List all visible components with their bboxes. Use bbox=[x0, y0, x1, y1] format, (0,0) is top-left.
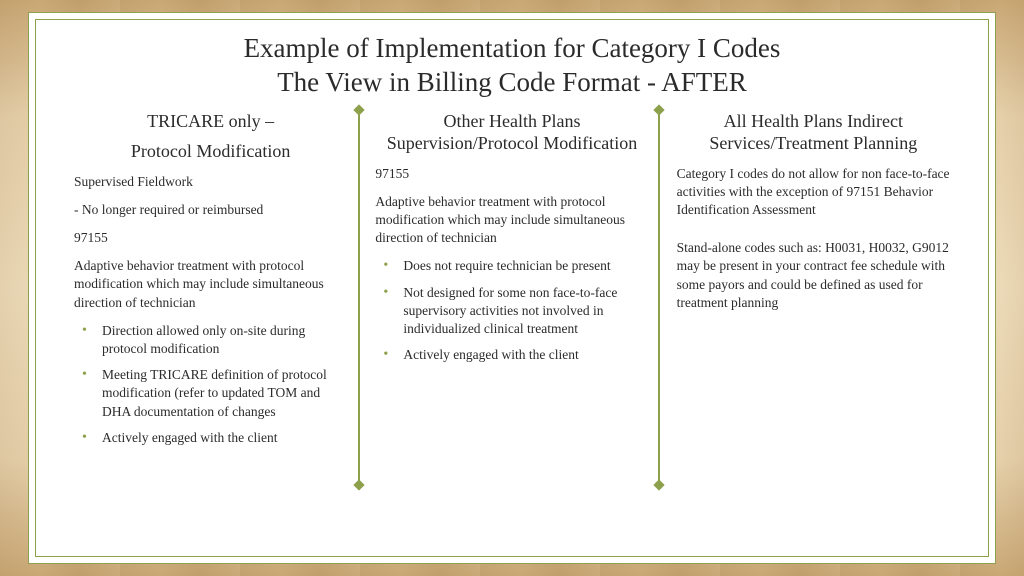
col1-p1: Supervised Fieldwork bbox=[74, 173, 347, 191]
column-divider-2 bbox=[658, 110, 660, 486]
list-item: Actively engaged with the client bbox=[397, 346, 648, 364]
title-line-2: The View in Billing Code Format - AFTER bbox=[60, 66, 964, 100]
col2-p1: 97155 bbox=[375, 165, 648, 183]
column-2: Other Health Plans Supervision/Protocol … bbox=[361, 110, 662, 458]
col1-p4: Adaptive behavior treatment with protoco… bbox=[74, 257, 347, 312]
title-line-1: Example of Implementation for Category I… bbox=[60, 32, 964, 66]
inner-frame: Example of Implementation for Category I… bbox=[35, 19, 989, 557]
col3-p2: Stand-alone codes such as: H0031, H0032,… bbox=[677, 239, 950, 312]
col3-p1: Category I codes do not allow for non fa… bbox=[677, 165, 950, 220]
column-3-heading-line2: Services/Treatment Planning bbox=[677, 132, 950, 155]
columns-container: TRICARE only – Protocol Modification Sup… bbox=[60, 110, 964, 458]
slide-title: Example of Implementation for Category I… bbox=[60, 32, 964, 100]
column-2-heading-line1: Other Health Plans bbox=[375, 110, 648, 133]
column-3: All Health Plans Indirect Services/Treat… bbox=[663, 110, 964, 458]
col2-p2: Adaptive behavior treatment with protoco… bbox=[375, 193, 648, 248]
column-1-heading-line2: Protocol Modification bbox=[74, 140, 347, 163]
column-3-heading-line1: All Health Plans Indirect bbox=[677, 110, 950, 133]
column-3-heading: All Health Plans Indirect Services/Treat… bbox=[677, 110, 950, 155]
column-divider-1 bbox=[358, 110, 360, 486]
col1-p2: - No longer required or reimbursed bbox=[74, 201, 347, 219]
list-item: Meeting TRICARE definition of protocol m… bbox=[96, 366, 347, 421]
list-item: Does not require technician be present bbox=[397, 257, 648, 275]
outer-frame: Example of Implementation for Category I… bbox=[28, 12, 996, 564]
column-2-heading: Other Health Plans Supervision/Protocol … bbox=[375, 110, 648, 155]
list-item: Direction allowed only on-site during pr… bbox=[96, 322, 347, 358]
col1-bullets: Direction allowed only on-site during pr… bbox=[74, 322, 347, 447]
column-1: TRICARE only – Protocol Modification Sup… bbox=[60, 110, 361, 458]
col2-bullets: Does not require technician be present N… bbox=[375, 257, 648, 364]
col1-p3: 97155 bbox=[74, 229, 347, 247]
list-item: Not designed for some non face-to-face s… bbox=[397, 284, 648, 339]
column-1-heading: TRICARE only – Protocol Modification bbox=[74, 110, 347, 163]
list-item: Actively engaged with the client bbox=[96, 429, 347, 447]
column-1-heading-line1: TRICARE only – bbox=[74, 110, 347, 133]
column-2-heading-line2: Supervision/Protocol Modification bbox=[375, 132, 648, 155]
